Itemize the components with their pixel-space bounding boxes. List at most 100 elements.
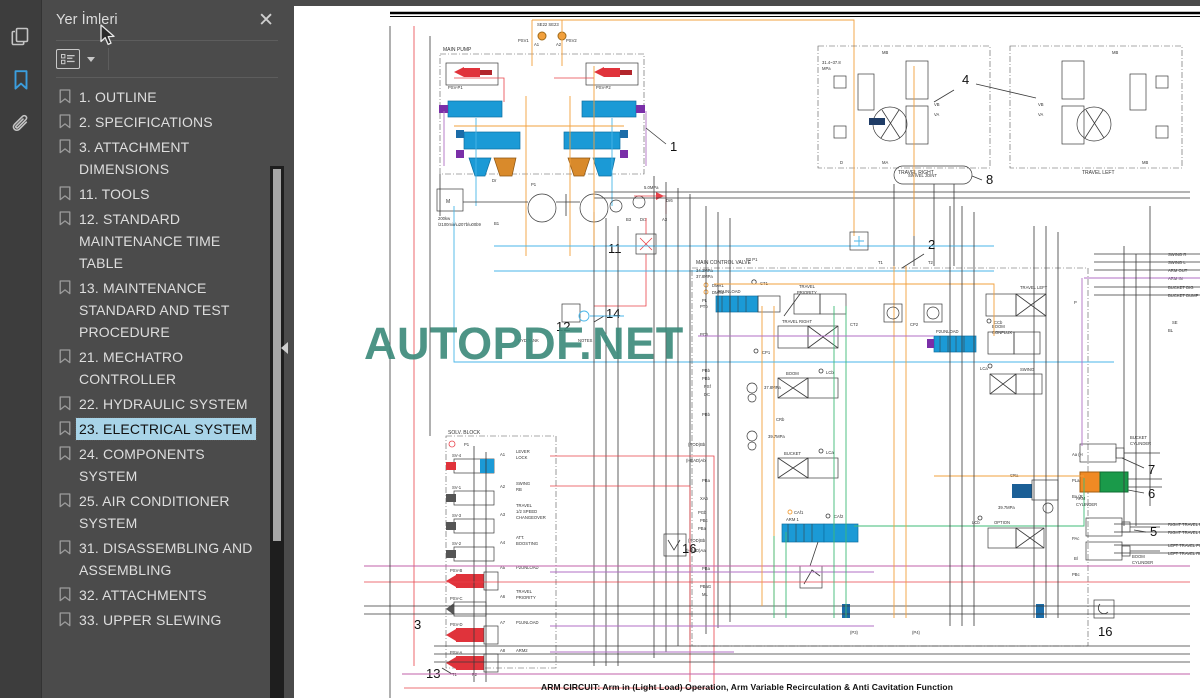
hydraulic-circuit-diagram: .ln{stroke:#3a3a3a;stroke-width:.8;fill:… [364, 11, 1200, 698]
bookmark-item-label: 12. STANDARD MAINTENANCE TIME TABLE [79, 211, 221, 271]
svg-text:LCb: LCb [972, 520, 980, 525]
bookmark-item[interactable]: 1. OUTLINE [42, 86, 290, 108]
bookmark-item-label: 11. TOOLS [79, 186, 150, 202]
bookmark-item[interactable]: 31. DISASSEMBLING AND ASSEMBLING [42, 537, 290, 581]
svg-text:BUCKET: BUCKET [1130, 435, 1147, 440]
bookmark-item-icon [54, 208, 76, 226]
scrollbar-thumb[interactable] [273, 169, 281, 541]
svg-text:ATT.: ATT. [516, 535, 524, 540]
svg-text:SWING R: SWING R [1168, 252, 1186, 257]
svg-text:31.4~37.8: 31.4~37.8 [822, 60, 841, 65]
svg-text:37.8MPa: 37.8MPa [696, 274, 713, 279]
svg-text:PL: PL [702, 298, 708, 303]
bookmark-item[interactable]: 32. ATTACHMENTS [42, 584, 290, 606]
svg-text:CYLINDER: CYLINDER [1132, 560, 1153, 565]
svg-text:(P4): (P4) [912, 630, 921, 635]
svg-text:P2 P1: P2 P1 [746, 257, 758, 262]
svg-text:CAf2: CAf2 [834, 514, 844, 519]
svg-text:PBc: PBc [1072, 572, 1080, 577]
close-icon[interactable]: ✕ [254, 9, 278, 32]
bookmarks-panel: Yer İmleri ✕ 1. OUTLINE 2. SPECIFICATIONS… [42, 0, 290, 698]
bookmark-icon[interactable] [0, 58, 42, 102]
bookmarks-list[interactable]: 1. OUTLINE 2. SPECIFICATIONS 3. ATTACHMENT… [42, 78, 290, 698]
svg-text:BUCKET: BUCKET [784, 451, 801, 456]
svg-text:LCa: LCa [980, 366, 988, 371]
bookmark-item[interactable]: 25. AIR CONDITIONER SYSTEM [42, 490, 290, 534]
bookmark-item-label: 3. ATTACHMENT DIMENSIONS [79, 139, 190, 177]
svg-text:A4: A4 [500, 540, 506, 545]
svg-text:SV-3: SV-3 [452, 513, 462, 518]
svg-text:A7: A7 [500, 620, 506, 625]
chevron-down-icon[interactable] [87, 56, 95, 62]
svg-text:MB: MB [1142, 160, 1148, 165]
bookmark-item[interactable]: 23. ELECTRICAL SYSTEM [42, 417, 290, 441]
bookmarks-scrollbar[interactable] [270, 166, 284, 698]
svg-text:VB: VB [1038, 102, 1044, 107]
bookmark-item[interactable]: 13. MAINTENANCE STANDARD AND TEST PROCED… [42, 277, 290, 343]
collapse-sidebar-icon[interactable] [281, 342, 288, 354]
bookmark-item[interactable]: 3. ATTACHMENT DIMENSIONS [42, 136, 290, 180]
thumbnails-icon[interactable] [0, 14, 42, 58]
bookmark-item-label: 2. SPECIFICATIONS [79, 114, 213, 130]
svg-text:M: M [446, 199, 450, 205]
svg-text:DC: DC [704, 392, 710, 397]
svg-text:SWING L: SWING L [1168, 260, 1186, 265]
bookmark-item-icon [54, 537, 76, 555]
bookmark-item-icon [54, 111, 76, 129]
svg-text:LCb: LCb [826, 370, 834, 375]
svg-text:A2: A2 [500, 484, 506, 489]
bookmark-item-label: 25. AIR CONDITIONER SYSTEM [79, 493, 230, 531]
svg-text:5: 5 [1150, 524, 1157, 539]
svg-text:CYLINDER: CYLINDER [1076, 502, 1097, 507]
svg-text:LEFT TRAVEL FORWARD: LEFT TRAVEL FORWARD [1168, 543, 1200, 548]
svg-text:Dr: Dr [492, 178, 497, 183]
svg-text:4: 4 [962, 72, 969, 87]
svg-text:SE: SE [1172, 320, 1178, 325]
svg-text:39.7MPa: 39.7MPa [768, 434, 785, 439]
bookmark-item[interactable]: 21. MECHATRO CONTROLLER [42, 346, 290, 390]
svg-text:A2: A2 [556, 42, 562, 47]
svg-text:RIGHT TRAVEL REVERSE: RIGHT TRAVEL REVERSE [1168, 530, 1200, 535]
svg-text:13: 13 [426, 666, 440, 681]
svg-text:MB: MB [882, 50, 888, 55]
svg-text:PTb: PTb [700, 304, 708, 309]
bookmark-item-icon [54, 609, 76, 627]
document-viewport[interactable]: .ln{stroke:#3a3a3a;stroke-width:.8;fill:… [290, 0, 1200, 698]
bookmark-item-label: 22. HYDRAULIC SYSTEM [79, 396, 248, 412]
list-options-icon[interactable] [56, 49, 80, 69]
actuators: BUCKET CYLINDER 7 ARM CYLINDER 6 BOOM CY… [1076, 435, 1162, 565]
bookmark-item[interactable]: 12. STANDARD MAINTENANCE TIME TABLE [42, 208, 290, 274]
svg-text:TRAVEL RIGHT: TRAVEL RIGHT [782, 319, 812, 324]
svg-text:PSV2: PSV2 [566, 38, 577, 43]
svg-text:PSV-P1: PSV-P1 [448, 85, 463, 90]
svg-text:1: 1 [670, 139, 677, 154]
bookmark-item[interactable]: 24. COMPONENTS SYSTEM [42, 443, 290, 487]
svg-text:P1UNLOAD: P1UNLOAD [516, 620, 539, 625]
svg-text:2: 2 [928, 237, 935, 252]
svg-text:CAf1: CAf1 [794, 510, 804, 515]
bookmark-item[interactable]: 11. TOOLS [42, 183, 290, 205]
figure-caption: ARM CIRCUIT: Arm in (Light Load) Operati… [540, 682, 954, 692]
bookmark-item[interactable]: 33. UPPER SLEWING [42, 609, 290, 631]
bookmark-item-label: 21. MECHATRO CONTROLLER [79, 349, 184, 387]
main-pump-block: MAIN PUMP PSV-P1 PSV-P2 PSV1 PSV2 SE22 S… [439, 22, 645, 177]
bookmark-item[interactable]: 2. SPECIFICATIONS [42, 111, 290, 133]
attachment-icon[interactable] [0, 102, 42, 146]
svg-text:VB: VB [934, 102, 940, 107]
svg-text:SE22 SE23: SE22 SE23 [537, 22, 559, 27]
svg-text:6: 6 [1148, 486, 1155, 501]
svg-text:A8: A8 [500, 648, 506, 653]
svg-text:MAIN CONTROL VALVE: MAIN CONTROL VALVE [696, 260, 752, 266]
svg-text:D: D [840, 160, 843, 165]
svg-text:SWIVEL JOINT: SWIVEL JOINT [908, 173, 937, 178]
svg-text:TRAVEL: TRAVEL [516, 503, 533, 508]
svg-text:MPa: MPa [822, 66, 831, 71]
svg-text:PSV-C: PSV-C [450, 596, 463, 601]
bookmark-item[interactable]: 22. HYDRAULIC SYSTEM [42, 393, 290, 415]
bookmark-item-label: 23. ELECTRICAL SYSTEM [75, 417, 257, 441]
svg-text:3: 3 [414, 617, 421, 632]
svg-text:ML: ML [702, 592, 708, 597]
svg-text:B1: B1 [494, 221, 500, 226]
svg-text:PSV-P2: PSV-P2 [596, 85, 611, 90]
svg-text:XAb: XAb [700, 496, 709, 501]
